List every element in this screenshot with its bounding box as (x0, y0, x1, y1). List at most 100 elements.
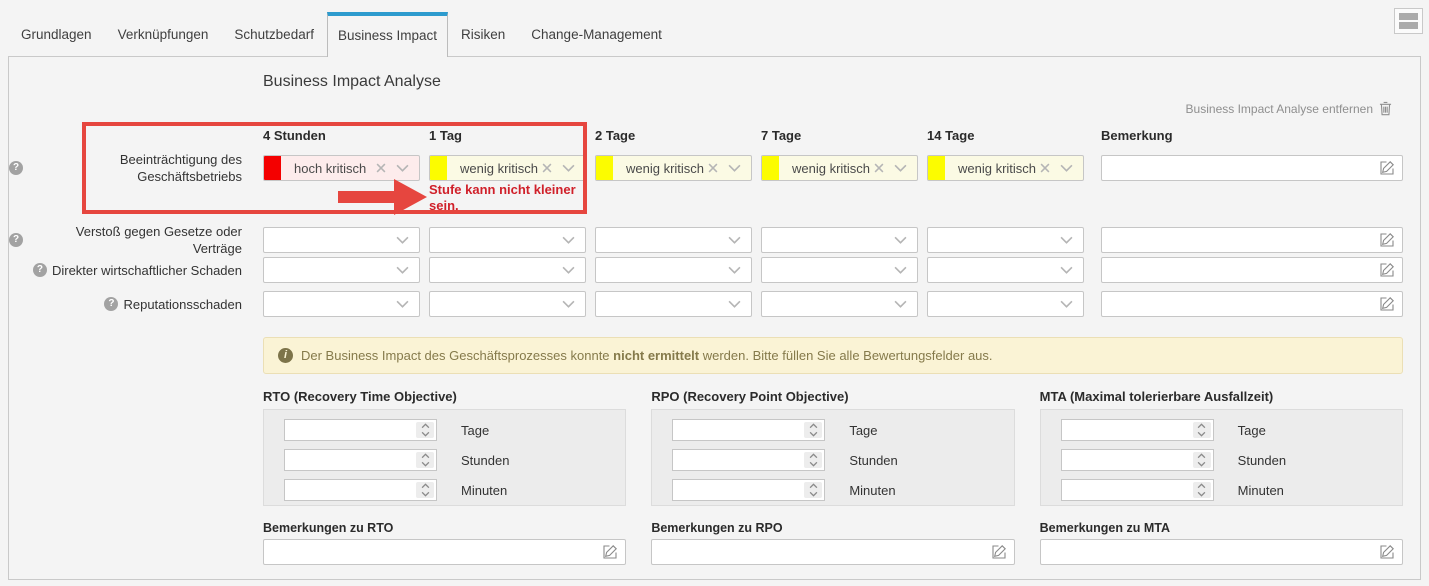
rto-tage-input[interactable] (284, 419, 437, 441)
chevron-down-icon[interactable] (894, 236, 907, 244)
chevron-down-icon[interactable] (562, 236, 575, 244)
tab-verknuepfungen[interactable]: Verknüpfungen (105, 27, 222, 56)
rto-panel: Tage Stunden Minuten (263, 409, 626, 506)
rto-minuten-input[interactable] (284, 479, 437, 501)
select-verstoss-4h[interactable] (263, 227, 420, 253)
select-verstoss-7t[interactable] (761, 227, 918, 253)
chevron-down-icon[interactable] (396, 164, 409, 172)
chevron-down-icon[interactable] (894, 164, 907, 172)
select-beeintraechtigung-4h[interactable]: hoch kritisch (263, 155, 420, 181)
bemerkung-input-beeintraechtigung[interactable] (1101, 155, 1403, 181)
help-icon[interactable] (9, 161, 23, 175)
select-schaden-14t[interactable] (927, 257, 1084, 283)
clear-icon[interactable] (874, 163, 884, 173)
clear-icon[interactable] (708, 163, 718, 173)
rpo-minuten-field[interactable] (673, 480, 804, 500)
rto-tage-stepper[interactable] (416, 422, 434, 438)
mta-tage-stepper[interactable] (1193, 422, 1211, 438)
select-schaden-4h[interactable] (263, 257, 420, 283)
rpo-stunden-input[interactable] (672, 449, 825, 471)
select-value: hoch kritisch (281, 161, 376, 176)
select-schaden-1t[interactable] (429, 257, 586, 283)
mta-minuten-field[interactable] (1062, 480, 1193, 500)
chevron-down-icon[interactable] (396, 236, 409, 244)
tab-business-impact[interactable]: Business Impact (327, 12, 448, 57)
chevron-down-icon[interactable] (728, 300, 741, 308)
remove-bia-link[interactable]: Business Impact Analyse entfernen (1186, 101, 1392, 116)
row-label-text: Beeinträchtigung des Geschäftsbetriebs (28, 151, 242, 185)
clear-icon[interactable] (542, 163, 552, 173)
rto-stunden-field[interactable] (285, 450, 416, 470)
rpo-tage-field[interactable] (673, 420, 804, 440)
chevron-down-icon[interactable] (728, 164, 741, 172)
chevron-down-icon[interactable] (562, 300, 575, 308)
select-verstoss-2t[interactable] (595, 227, 752, 253)
chevron-down-icon[interactable] (894, 300, 907, 308)
rpo-stunden-stepper[interactable] (804, 452, 822, 468)
chevron-down-icon[interactable] (396, 266, 409, 274)
bemerkung-input-verstoss[interactable] (1101, 227, 1403, 253)
rpo-minuten-stepper[interactable] (804, 482, 822, 498)
chevron-down-icon[interactable] (728, 266, 741, 274)
chevron-down-icon[interactable] (1060, 236, 1073, 244)
select-reputation-4h[interactable] (263, 291, 420, 317)
rpo-minuten-input[interactable] (672, 479, 825, 501)
criticality-swatch (928, 156, 945, 180)
select-reputation-7t[interactable] (761, 291, 918, 317)
trash-icon (1379, 101, 1392, 116)
select-verstoss-14t[interactable] (927, 227, 1084, 253)
mta-stunden-field[interactable] (1062, 450, 1193, 470)
select-beeintraechtigung-7t[interactable]: wenig kritisch (761, 155, 918, 181)
select-schaden-7t[interactable] (761, 257, 918, 283)
help-icon[interactable] (104, 297, 118, 311)
bemerkung-input-schaden[interactable] (1101, 257, 1403, 283)
rto-minuten-stepper[interactable] (416, 482, 434, 498)
clear-icon[interactable] (1040, 163, 1050, 173)
select-schaden-2t[interactable] (595, 257, 752, 283)
rto-stunden-input[interactable] (284, 449, 437, 471)
rpo-stunden-field[interactable] (673, 450, 804, 470)
clear-icon[interactable] (376, 163, 386, 173)
help-icon[interactable] (9, 233, 23, 247)
mta-stunden-input[interactable] (1061, 449, 1214, 471)
column-header-7-tage: 7 Tage (761, 128, 918, 143)
rto-tage-label: Tage (461, 423, 489, 438)
chevron-down-icon[interactable] (562, 266, 575, 274)
select-reputation-2t[interactable] (595, 291, 752, 317)
mta-tage-label: Tage (1238, 423, 1266, 438)
select-beeintraechtigung-2t[interactable]: wenig kritisch (595, 155, 752, 181)
mta-minuten-stepper[interactable] (1193, 482, 1211, 498)
rto-tage-field[interactable] (285, 420, 416, 440)
rpo-tage-stepper[interactable] (804, 422, 822, 438)
chevron-down-icon[interactable] (562, 164, 575, 172)
select-reputation-14t[interactable] (927, 291, 1084, 317)
chevron-down-icon[interactable] (728, 236, 741, 244)
bemerkung-input-reputation[interactable] (1101, 291, 1403, 317)
select-reputation-1t[interactable] (429, 291, 586, 317)
mta-tage-input[interactable] (1061, 419, 1214, 441)
rto-minuten-field[interactable] (285, 480, 416, 500)
chevron-down-icon[interactable] (396, 300, 409, 308)
mta-stunden-stepper[interactable] (1193, 452, 1211, 468)
select-beeintraechtigung-1t[interactable]: wenig kritisch (429, 155, 586, 181)
chevron-down-icon[interactable] (1060, 164, 1073, 172)
mta-remarks-input[interactable] (1040, 539, 1403, 565)
rpo-remarks-input[interactable] (651, 539, 1014, 565)
rto-title: RTO (Recovery Time Objective) (263, 389, 626, 403)
rto-remarks-input[interactable] (263, 539, 626, 565)
select-beeintraechtigung-14t[interactable]: wenig kritisch (927, 155, 1084, 181)
tab-grundlagen[interactable]: Grundlagen (8, 27, 105, 56)
tab-change-management[interactable]: Change-Management (518, 27, 675, 56)
mta-minuten-input[interactable] (1061, 479, 1214, 501)
chevron-down-icon[interactable] (1060, 266, 1073, 274)
rpo-tage-input[interactable] (672, 419, 825, 441)
select-verstoss-1t[interactable] (429, 227, 586, 253)
tab-schutzbedarf[interactable]: Schutzbedarf (221, 27, 327, 56)
chevron-down-icon[interactable] (894, 266, 907, 274)
tab-risiken[interactable]: Risiken (448, 27, 518, 56)
rto-stunden-stepper[interactable] (416, 452, 434, 468)
select-value: wenig kritisch (779, 161, 874, 176)
chevron-down-icon[interactable] (1060, 300, 1073, 308)
help-icon[interactable] (33, 263, 47, 277)
mta-tage-field[interactable] (1062, 420, 1193, 440)
